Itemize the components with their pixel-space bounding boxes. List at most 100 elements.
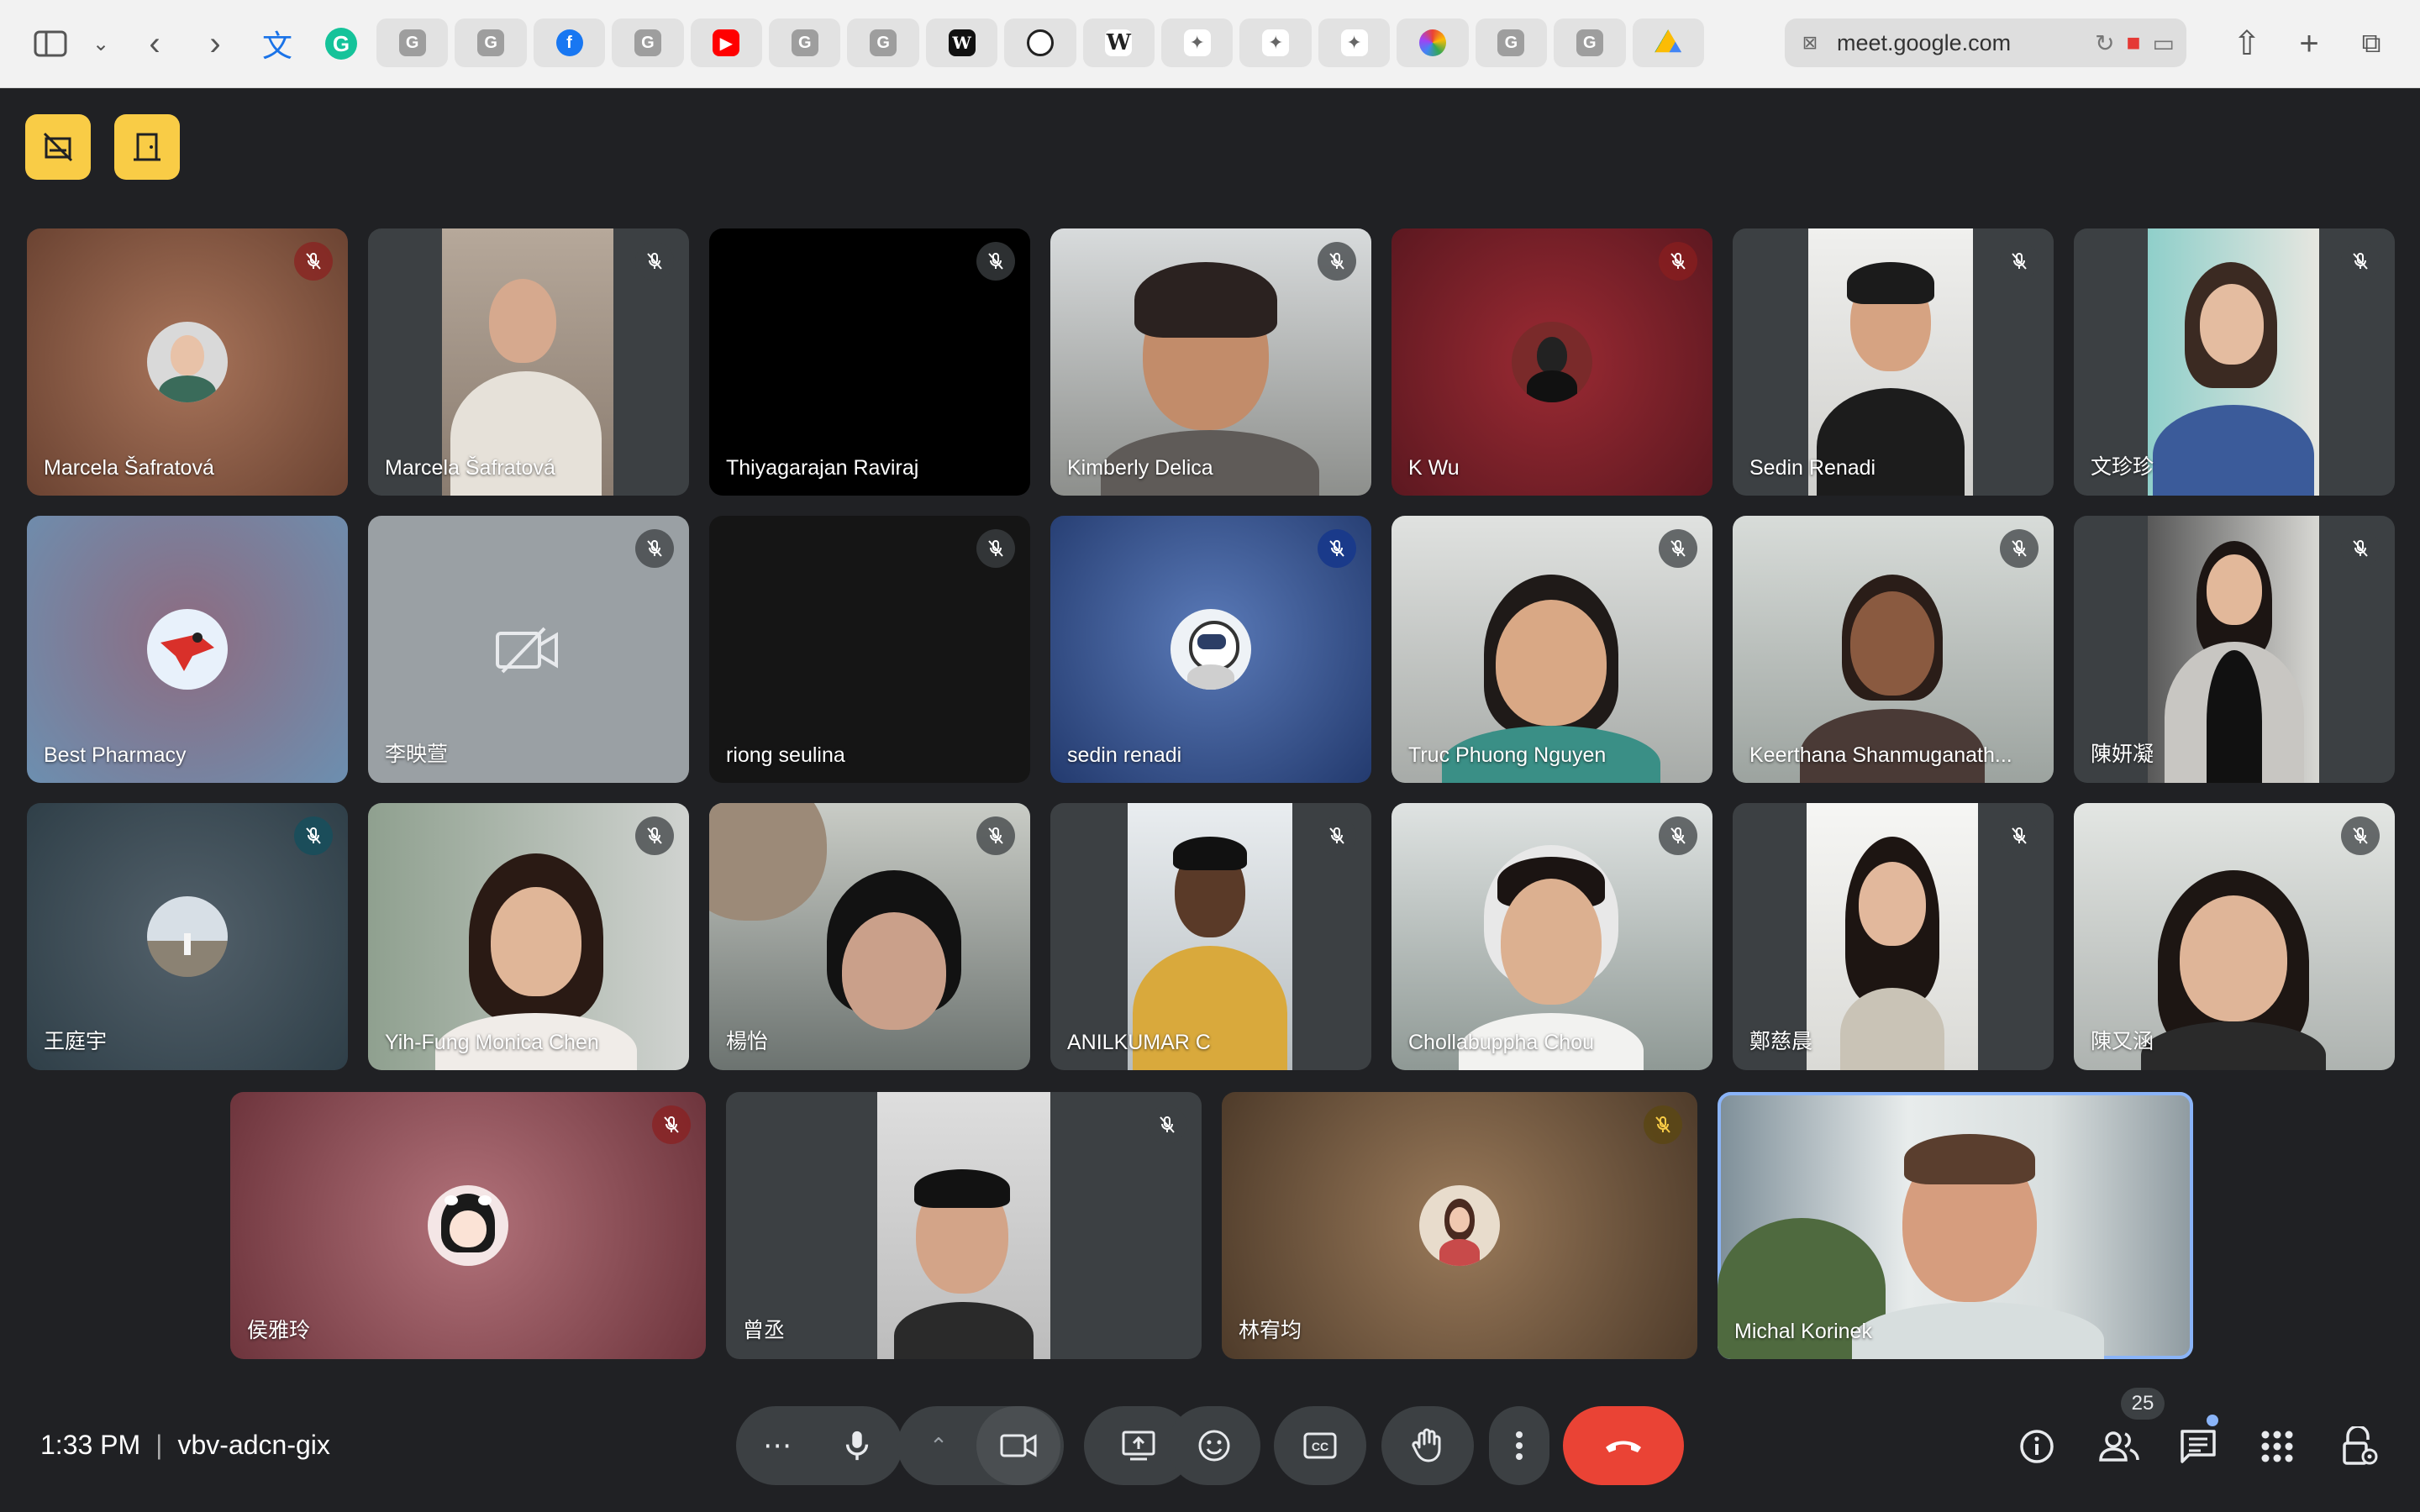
captions-button[interactable]: CC [1274, 1406, 1366, 1485]
grammarly-icon[interactable]: G [321, 24, 361, 64]
participant-tile[interactable]: 陳又涵 [2074, 803, 2395, 1070]
participant-tile[interactable]: 侯雅玲 [230, 1092, 706, 1359]
participant-tile[interactable]: 曾丞 [726, 1092, 1202, 1359]
reactions-button[interactable] [1168, 1406, 1260, 1485]
participant-tile[interactable]: 鄭慈晨 [1733, 803, 2054, 1070]
microphone-button[interactable] [815, 1429, 899, 1462]
participant-avatar [1512, 322, 1592, 402]
leave-room-button[interactable] [114, 114, 180, 180]
participant-tile[interactable]: Kimberly Delica [1050, 228, 1371, 496]
participant-tile[interactable]: Thiyagarajan Raviraj [709, 228, 1030, 496]
browser-tab[interactable]: ▶ [690, 18, 763, 67]
browser-tab[interactable]: G [847, 18, 919, 67]
participant-avatar [1171, 609, 1251, 690]
participant-name: Marcela Šafratová [44, 456, 214, 480]
participant-tile[interactable]: Marcela Šafratová [27, 228, 348, 496]
participant-name: 曾丞 [743, 1319, 786, 1342]
meeting-info: 1:33 PM | vbv-adcn-gix [40, 1430, 330, 1461]
browser-tab[interactable]: G [1475, 18, 1548, 67]
participant-name: Sedin Renadi [1749, 456, 1876, 480]
participant-tile[interactable]: Marcela Šafratová [368, 228, 689, 496]
browser-tab[interactable]: W [925, 18, 998, 67]
participant-name: Best Pharmacy [44, 743, 187, 767]
participant-tile[interactable]: Sedin Renadi [1733, 228, 2054, 496]
participant-tile[interactable]: Yih-Fung Monica Chen [368, 803, 689, 1070]
browser-tab[interactable]: W [1082, 18, 1155, 67]
translate-icon[interactable]: 文 [257, 24, 297, 64]
participant-tile[interactable]: sedin renadi [1050, 516, 1371, 783]
reload-icon[interactable]: ↻ [2095, 29, 2114, 57]
forward-button[interactable]: › [195, 24, 235, 64]
hide-tiles-button[interactable] [25, 114, 91, 180]
participant-name: 陳又涵 [2091, 1030, 2154, 1053]
back-button[interactable]: ‹ [134, 24, 175, 64]
participant-tile[interactable]: Chollabuppha Chou [1392, 803, 1712, 1070]
participant-name: 楊怡 [726, 1030, 769, 1053]
browser-tab[interactable]: G [612, 18, 684, 67]
browser-tab[interactable]: ✦ [1161, 18, 1234, 67]
more-options-button[interactable] [1489, 1406, 1549, 1485]
address-bar[interactable]: ⊠ meet.google.com ↻ ■ ▭ [1785, 18, 2186, 67]
participant-tile[interactable]: Truc Phuong Nguyen [1392, 516, 1712, 783]
meeting-controls-bar: 1:33 PM | vbv-adcn-gix ⋯ ⌃ CC [0, 1386, 2420, 1512]
chevron-down-icon[interactable]: ⌄ [81, 24, 121, 64]
sidebar-icon[interactable] [30, 24, 71, 64]
participant-name: 李映萱 [385, 743, 449, 766]
svg-text:CC: CC [1312, 1440, 1328, 1453]
browser-tab[interactable]: ✦ [1239, 18, 1312, 67]
meeting-details-icon[interactable] [2013, 1423, 2060, 1470]
openai-icon [1026, 29, 1054, 56]
participant-tile[interactable]: riong seulina [709, 516, 1030, 783]
participant-tile[interactable]: 李映萱 [368, 516, 689, 783]
participant-tile[interactable]: K Wu [1392, 228, 1712, 496]
share-icon[interactable]: ⇧ [2227, 24, 2267, 64]
google-icon: G [477, 29, 505, 56]
browser-tab[interactable]: G [1554, 18, 1626, 67]
participant-tile[interactable]: ANILKUMAR C [1050, 803, 1371, 1070]
participant-name: K Wu [1408, 456, 1460, 480]
participant-tile-self[interactable]: Michal Korinek [1718, 1092, 2193, 1359]
video-options-button[interactable]: ⌃ [901, 1433, 976, 1459]
host-controls-icon[interactable] [2336, 1423, 2383, 1470]
new-tab-icon[interactable]: + [2289, 24, 2329, 64]
camera-button[interactable] [976, 1406, 1060, 1485]
camera-active-icon[interactable]: ■ [2127, 29, 2141, 56]
participant-name: 侯雅玲 [247, 1319, 311, 1342]
participant-tile[interactable]: 王庭宇 [27, 803, 348, 1070]
participant-count-badge: 25 [2121, 1388, 2165, 1420]
mic-muted-icon [976, 816, 1015, 855]
participant-tile[interactable]: 陳妍凝 [2074, 516, 2395, 783]
leave-call-button[interactable] [1563, 1406, 1684, 1485]
mic-muted-icon [294, 242, 333, 281]
participant-tile[interactable]: Keerthana Shanmuganath... [1733, 516, 2054, 783]
browser-tab[interactable]: G [455, 18, 527, 67]
raise-hand-button[interactable] [1381, 1406, 1474, 1485]
tab-overview-icon[interactable]: ⧉ [2351, 24, 2391, 64]
browser-tab[interactable]: G [376, 18, 449, 67]
mic-muted-icon [2000, 242, 2039, 281]
browser-tab[interactable]: ✦ [1318, 18, 1391, 67]
browser-tab[interactable] [1004, 18, 1076, 67]
participant-tile[interactable]: Best Pharmacy [27, 516, 348, 783]
screen-share-indicator-icon[interactable]: ▭ [2153, 29, 2175, 57]
participant-name: Kimberly Delica [1067, 456, 1213, 480]
participant-name: 文珍珍 [2091, 455, 2154, 479]
participant-tile[interactable]: 文珍珍 [2074, 228, 2395, 496]
camera-off-icon [494, 625, 561, 680]
chat-icon[interactable] [2175, 1423, 2222, 1470]
browser-tab[interactable]: f [533, 18, 606, 67]
browser-tab[interactable] [1397, 18, 1469, 67]
bird-icon: ✦ [1183, 29, 1211, 56]
bird-icon: ✦ [1262, 29, 1290, 56]
participant-tile[interactable]: 楊怡 [709, 803, 1030, 1070]
browser-tab[interactable] [1632, 18, 1704, 67]
mic-muted-icon [1318, 816, 1356, 855]
audio-options-button[interactable]: ⋯ [739, 1429, 815, 1462]
browser-tab[interactable]: G [769, 18, 841, 67]
participant-tile[interactable]: 林宥均 [1222, 1092, 1697, 1359]
google-drive-icon [1655, 29, 1682, 53]
people-icon[interactable] [2096, 1423, 2143, 1470]
activities-icon[interactable] [2254, 1423, 2301, 1470]
participant-name: 王庭宇 [44, 1030, 108, 1053]
close-tab-icon[interactable]: ⊠ [1798, 31, 1822, 55]
